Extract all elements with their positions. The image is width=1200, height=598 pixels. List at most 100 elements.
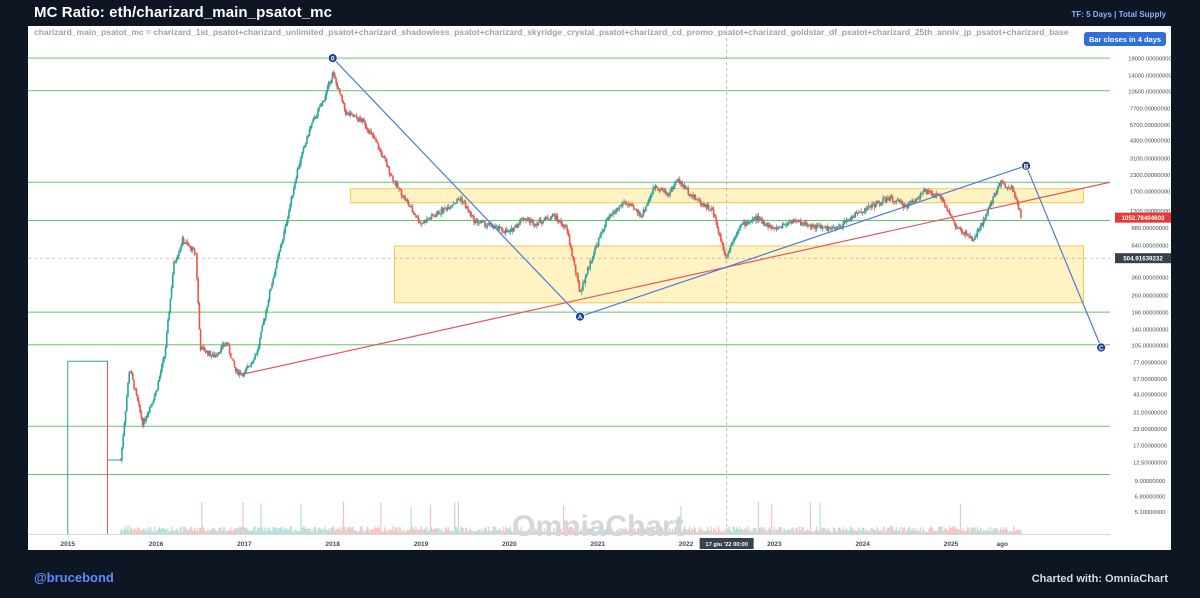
candle-body — [334, 74, 336, 79]
volume-bar — [267, 530, 269, 534]
volume-bar — [235, 527, 237, 534]
volume-bar — [282, 530, 284, 534]
candle-body — [655, 186, 658, 188]
volume-bar — [915, 527, 917, 534]
candle-body — [276, 260, 278, 269]
volume-bar — [179, 527, 181, 534]
volume-bar — [330, 527, 332, 534]
candle-body — [553, 214, 555, 216]
bar-close-badge[interactable]: Bar closes in 4 days — [1084, 32, 1166, 46]
candle-body — [910, 201, 912, 204]
volume-bar — [796, 527, 798, 534]
candle-body — [985, 214, 987, 221]
volume-bar — [266, 527, 268, 534]
candle-body — [400, 189, 403, 196]
candle-body — [413, 212, 416, 216]
volume-bar — [341, 527, 343, 534]
volume-bar — [127, 526, 129, 534]
candle-body — [681, 181, 683, 186]
candle-body — [733, 237, 735, 242]
volume-bar — [322, 530, 324, 534]
chart-area[interactable]: 0 A B C OmniaChart 19000.00000000 14000.0000… — [28, 26, 1172, 550]
volume-bar — [922, 526, 924, 534]
candle-body — [179, 248, 181, 253]
candle-body — [942, 198, 945, 203]
volume-bar — [441, 531, 444, 534]
candle-body — [392, 175, 394, 182]
volume-bar — [819, 502, 821, 534]
volume-bar — [400, 531, 403, 534]
volume-bar — [683, 526, 686, 534]
volume-bar — [450, 530, 452, 534]
author-handle[interactable]: @brucebond — [34, 570, 114, 585]
candle-body — [209, 351, 212, 357]
volume-bar — [337, 529, 340, 534]
volume-bar — [991, 531, 993, 534]
volume-bar — [492, 526, 495, 534]
volume-bar — [170, 526, 173, 534]
volume-bar — [884, 531, 887, 534]
candle-body — [502, 230, 504, 233]
volume-bar — [392, 526, 394, 534]
timeframe-label[interactable]: TF: 5 Days | Total Supply — [1071, 10, 1166, 19]
volume-bar — [467, 531, 469, 534]
volume-bar — [750, 531, 752, 534]
candle-body — [763, 221, 766, 226]
volume-bar — [387, 531, 389, 534]
volume-bar — [788, 529, 790, 534]
candle-body — [170, 287, 173, 299]
candle-body — [374, 138, 376, 140]
volume-bar — [464, 528, 467, 534]
volume-bar — [500, 530, 502, 534]
volume-bar — [225, 531, 227, 534]
volume-bar — [261, 527, 263, 534]
candle-body — [672, 186, 675, 190]
volume-bar — [393, 530, 395, 534]
volume-bar — [815, 526, 818, 534]
volume-bar — [826, 527, 828, 534]
volume-bar — [220, 527, 222, 534]
volume-bar — [748, 531, 750, 534]
candle-body — [959, 227, 962, 231]
volume-bar — [284, 529, 286, 534]
candle-body — [737, 230, 739, 235]
volume-bar — [784, 528, 786, 534]
volume-bar — [317, 528, 319, 534]
volume-bar — [706, 527, 709, 534]
volume-bar — [994, 528, 997, 534]
volume-bar — [506, 528, 508, 534]
volume-bar — [325, 529, 328, 534]
volume-bar — [134, 529, 136, 534]
candle-body — [965, 231, 968, 235]
candle-body — [545, 216, 548, 218]
candle-body — [982, 219, 985, 226]
candle-body — [422, 222, 425, 224]
candle-body — [874, 203, 877, 208]
candle-body — [1008, 186, 1010, 189]
x-tick-label: 2016 — [149, 541, 164, 548]
wave-marker-label: C — [1099, 345, 1104, 352]
volume-bar — [462, 528, 464, 534]
volume-bar — [975, 530, 977, 534]
candle-body — [251, 361, 254, 363]
volume-bar — [402, 530, 404, 534]
volume-bar — [468, 529, 470, 534]
volume-bar — [260, 503, 262, 534]
volume-bar — [279, 527, 282, 534]
volume-bar — [204, 531, 207, 534]
volume-bar — [708, 530, 710, 534]
candle-body — [302, 148, 305, 152]
volume-bar — [700, 529, 703, 534]
volume-bar — [224, 527, 226, 534]
volume-bar — [221, 530, 223, 534]
volume-bar — [298, 531, 300, 534]
support-zone[interactable] — [394, 245, 1085, 304]
volume-bar — [144, 530, 146, 534]
candle-body — [365, 126, 368, 128]
candle-body — [259, 338, 261, 347]
volume-bar — [873, 529, 876, 534]
candle-body — [469, 210, 472, 216]
candle-body — [547, 217, 549, 220]
candle-body — [550, 216, 553, 220]
volume-bar — [945, 528, 947, 534]
